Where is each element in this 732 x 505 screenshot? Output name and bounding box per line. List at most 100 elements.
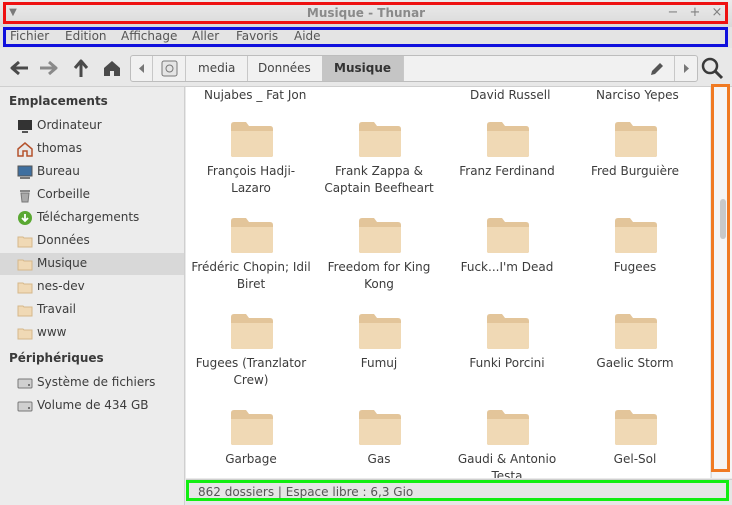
folder-icon [359,218,401,253]
folder-name: François Hadji-Lazaro [206,164,296,195]
close-icon[interactable]: × [709,5,725,21]
sidebar-item-www[interactable]: www [0,322,184,344]
menu-edition[interactable]: Edition [65,29,107,43]
file-view[interactable]: Nujabes _ Fat Jon David Russell Narciso … [186,87,710,478]
folder-item[interactable]: Garbage [187,408,315,478]
devices-header: Périphériques [9,351,104,365]
sidebar-item-systeme-de-fichiers[interactable]: Système de fichiers [0,372,184,394]
folder-icon [231,122,273,157]
folder-item[interactable]: Freedom for King Kong [315,216,443,312]
folder-name: Fugees (Tranzlator Crew) [195,356,307,387]
maximize-icon[interactable]: + [687,5,703,21]
folder-name: Funki Porcini [469,356,545,370]
folder-item[interactable]: Fugees (Tranzlator Crew) [187,312,315,408]
sidebar-item-label: www [37,325,67,339]
folder-icon [487,314,529,349]
sidebar-item-ordinateur[interactable]: Ordinateur [0,115,184,137]
folder-name: Freedom for King Kong [327,260,431,291]
root-drive-button[interactable] [153,56,186,81]
folder-icon [487,122,529,157]
folder-icon [615,218,657,253]
folder-icon [17,305,33,317]
folder-item[interactable]: Frank Zappa & Captain Beefheart [315,120,443,216]
sidebar-item-label: Bureau [37,164,80,178]
folder-icon [615,314,657,349]
pencil-icon[interactable] [648,60,666,78]
folder-name-partial[interactable]: Nujabes _ Fat Jon [204,88,306,102]
places-header: Emplacements [9,94,108,108]
folder-item[interactable]: Gaudi & Antonio Testa [443,408,571,478]
vertical-scrollbar[interactable] [711,87,732,478]
folder-icon [359,314,401,349]
folder-name: Fugees [613,260,657,274]
folder-item[interactable]: Fugees [571,216,699,312]
sidebar-item-bureau[interactable]: Bureau [0,161,184,183]
crumb-musique[interactable]: Musique [322,56,405,81]
sidebar: Emplacements Ordinateur thomas Bureau Co… [0,87,185,505]
computer-icon [18,120,32,133]
folder-icon [359,122,401,157]
path-scroll-left-button[interactable] [131,56,153,81]
menu-fichier[interactable]: Fichier [10,29,49,43]
search-icon[interactable] [700,56,724,80]
desktop-icon [17,165,33,179]
folder-name: Fred Burguière [590,164,680,178]
folder-name: Gaelic Storm [596,356,674,370]
folder-item[interactable]: Gas [315,408,443,478]
menu-affichage[interactable]: Affichage [121,29,177,43]
scrollbar-thumb[interactable] [720,199,726,239]
sidebar-item-corbeille[interactable]: Corbeille [0,184,184,206]
folder-name: Gaudi & Antonio Testa [457,452,557,478]
sidebar-item-label: Corbeille [37,187,91,201]
home-icon [17,142,33,157]
folder-name-partial[interactable]: David Russell [470,88,550,102]
folder-item[interactable]: Gaelic Storm [571,312,699,408]
folder-item[interactable]: Frédéric Chopin; Idil Biret [187,216,315,312]
folder-icon [615,122,657,157]
sidebar-item-nes-dev[interactable]: nes-dev [0,276,184,298]
window-title: Musique - Thunar [306,6,426,20]
file-manager-window: ▼ Musique - Thunar − + × Fichier Edition… [0,0,732,505]
minimize-icon[interactable]: − [665,5,681,21]
sidebar-item-telechargements[interactable]: Téléchargements [0,207,184,229]
folder-name: Fuck...I'm Dead [460,260,554,274]
drive-icon [17,401,33,412]
folder-item[interactable]: Franz Ferdinand [443,120,571,216]
folder-item[interactable]: Fuck...I'm Dead [443,216,571,312]
sidebar-item-musique[interactable]: Musique [0,253,184,275]
back-arrow-icon[interactable] [8,58,30,78]
sidebar-item-donnees[interactable]: Données [0,230,184,252]
folder-icon [615,410,657,445]
folder-item[interactable]: Funki Porcini [443,312,571,408]
forward-arrow-icon[interactable] [38,58,60,78]
folder-item[interactable]: Fred Burguière [571,120,699,216]
menu-favoris[interactable]: Favoris [236,29,278,43]
sidebar-item-label: Volume de 434 GB [37,398,149,412]
title-bar[interactable]: ▼ Musique - Thunar − + × [0,0,732,28]
folder-name-partial[interactable]: Narciso Yepes [596,88,679,102]
path-scroll-right-button[interactable] [674,56,697,81]
menu-aide[interactable]: Aide [294,29,321,43]
folder-item[interactable]: Gel-Sol [571,408,699,478]
crumb-donnees[interactable]: Données [246,56,324,81]
sidebar-item-travail[interactable]: Travail [0,299,184,321]
status-text: 862 dossiers | Espace libre : 6,3 Gio [198,485,414,499]
menu-aller[interactable]: Aller [192,29,219,43]
folder-item[interactable]: François Hadji-Lazaro [187,120,315,216]
folder-name: Garbage [225,452,277,466]
folder-icon [359,410,401,445]
folder-name: Franz Ferdinand [459,164,555,178]
up-arrow-icon[interactable] [70,58,92,78]
folder-icon [17,236,33,248]
home-icon[interactable] [101,58,123,78]
folder-icon [231,218,273,253]
folder-icon [17,259,33,271]
folder-item[interactable]: Fumuj [315,312,443,408]
sidebar-item-label: Téléchargements [37,210,140,224]
sidebar-item-thomas[interactable]: thomas [0,138,184,160]
sidebar-item-volume[interactable]: Volume de 434 GB [0,395,184,417]
trash-icon [20,190,30,203]
toolbar: media Données Musique [0,50,732,87]
crumb-media[interactable]: media [186,56,249,81]
folder-icon [231,314,273,349]
